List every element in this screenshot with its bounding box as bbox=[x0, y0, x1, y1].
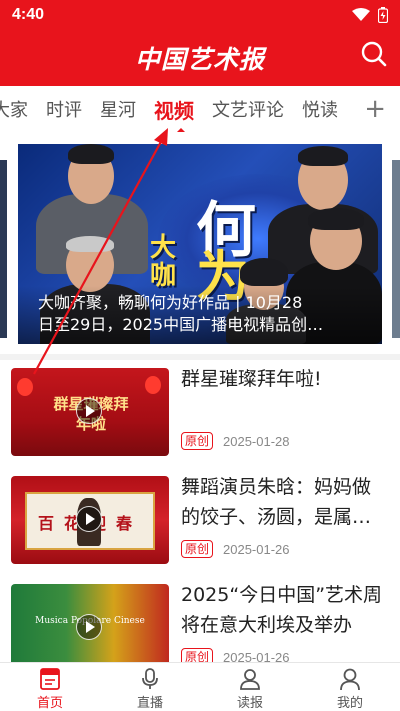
status-bar: 4:40 bbox=[0, 0, 400, 30]
nav-home[interactable]: 首页 bbox=[0, 663, 100, 711]
feed-thumbnail[interactable]: Musica Popolare Cinese bbox=[11, 584, 169, 662]
play-icon[interactable] bbox=[76, 506, 102, 532]
tab-wenyi-pinglun[interactable]: 文艺评论 bbox=[212, 96, 284, 122]
play-icon[interactable] bbox=[76, 614, 102, 640]
tabs-track: 大家 时评 星河 视频 文艺评论 悦读 bbox=[0, 86, 356, 132]
carousel-slide[interactable]: 何 为 大咖 大咖齐聚，畅聊何为好作品 | 10月28 日至29日，2025中国… bbox=[18, 144, 382, 344]
hero-art-char-3: 大咖 bbox=[150, 233, 177, 291]
original-badge: 原创 bbox=[181, 540, 214, 558]
nav-live-label: 直播 bbox=[136, 696, 163, 711]
lantern-decoration bbox=[145, 376, 161, 394]
nav-reader-label: 读报 bbox=[236, 696, 263, 711]
video-feed: 群星璀璨拜年啦 群星璀璨拜年啦! 原创 2025-01-28 百花迎春 舞蹈演员… bbox=[0, 360, 400, 662]
feed-item-date: 2025-01-26 bbox=[223, 649, 290, 663]
feed-item-meta: 原创 2025-01-26 bbox=[181, 540, 290, 558]
status-icons bbox=[352, 7, 388, 23]
feed-item[interactable]: 群星璀璨拜年啦 群星璀璨拜年啦! 原创 2025-01-28 bbox=[0, 360, 400, 468]
app-screen: 4:40 中国艺术报 大家 时评 星河 视频 文艺评论 悦读 + 何 为 大咖 … bbox=[0, 0, 400, 711]
microphone-icon bbox=[142, 668, 158, 689]
tab-shiping[interactable]: 时评 bbox=[46, 96, 82, 122]
feed-item-date: 2025-01-28 bbox=[223, 433, 290, 449]
add-channel-button[interactable]: + bbox=[354, 94, 386, 124]
original-badge: 原创 bbox=[181, 648, 214, 662]
feed-item-meta: 原创 2025-01-28 bbox=[181, 432, 290, 450]
channel-tabs: 大家 时评 星河 视频 文艺评论 悦读 + bbox=[0, 86, 400, 132]
video-carousel: 何 为 大咖 大咖齐聚，畅聊何为好作品 | 10月28 日至29日，2025中国… bbox=[0, 132, 400, 354]
app-title: 中国艺术报 bbox=[134, 45, 265, 74]
feed-item-title[interactable]: 舞蹈演员朱晗：妈妈做的饺子、汤圆，是属… bbox=[181, 472, 386, 532]
feed-item-meta: 原创 2025-01-26 bbox=[181, 648, 290, 662]
feed-item[interactable]: 百花迎春 舞蹈演员朱晗：妈妈做的饺子、汤圆，是属… 原创 2025-01-26 bbox=[0, 468, 400, 576]
nav-home-label: 首页 bbox=[36, 696, 63, 711]
feed-item-title[interactable]: 2025“今日中国”艺术周将在意大利埃及举办 bbox=[181, 580, 386, 640]
battery-icon bbox=[378, 7, 388, 23]
play-icon[interactable] bbox=[76, 398, 102, 424]
carousel-next-slide[interactable] bbox=[392, 160, 400, 338]
tab-xinghe[interactable]: 星河 bbox=[100, 96, 136, 122]
feed-item[interactable]: Musica Popolare Cinese 2025“今日中国”艺术周将在意大… bbox=[0, 576, 400, 662]
search-icon[interactable] bbox=[360, 40, 388, 68]
bottom-navigation: 首页 直播 读报 我的 bbox=[0, 662, 400, 711]
nav-profile[interactable]: 我的 bbox=[300, 663, 400, 711]
tab-dajia[interactable]: 大家 bbox=[0, 96, 28, 122]
wifi-icon bbox=[352, 8, 370, 21]
caption-line-2: 日至29日，2025中国广播电视精品创… bbox=[38, 315, 324, 334]
app-header: 4:40 中国艺术报 bbox=[0, 0, 400, 86]
tab-yuedu[interactable]: 悦读 bbox=[302, 96, 338, 122]
original-badge: 原创 bbox=[181, 432, 214, 450]
title-row: 中国艺术报 bbox=[0, 30, 400, 86]
news-icon bbox=[40, 668, 60, 690]
tab-video[interactable]: 视频 bbox=[154, 95, 194, 132]
status-time: 4:40 bbox=[12, 6, 45, 23]
profile-icon bbox=[340, 668, 360, 691]
caption-line-1: 大咖齐聚，畅聊何为好作品 | 10月28 bbox=[38, 293, 303, 312]
carousel-caption: 大咖齐聚，畅聊何为好作品 | 10月28 日至29日，2025中国广播电视精品创… bbox=[18, 286, 382, 344]
carousel-prev-slide[interactable] bbox=[0, 160, 7, 338]
nav-live[interactable]: 直播 bbox=[100, 663, 200, 711]
feed-thumbnail[interactable]: 群星璀璨拜年啦 bbox=[11, 368, 169, 456]
reader-icon bbox=[240, 669, 260, 690]
nav-profile-label: 我的 bbox=[336, 696, 363, 711]
lantern-decoration bbox=[17, 378, 33, 396]
feed-item-title[interactable]: 群星璀璨拜年啦! bbox=[181, 364, 386, 394]
feed-item-date: 2025-01-26 bbox=[223, 541, 290, 557]
feed-thumbnail[interactable]: 百花迎春 bbox=[11, 476, 169, 564]
nav-reader[interactable]: 读报 bbox=[200, 663, 300, 711]
